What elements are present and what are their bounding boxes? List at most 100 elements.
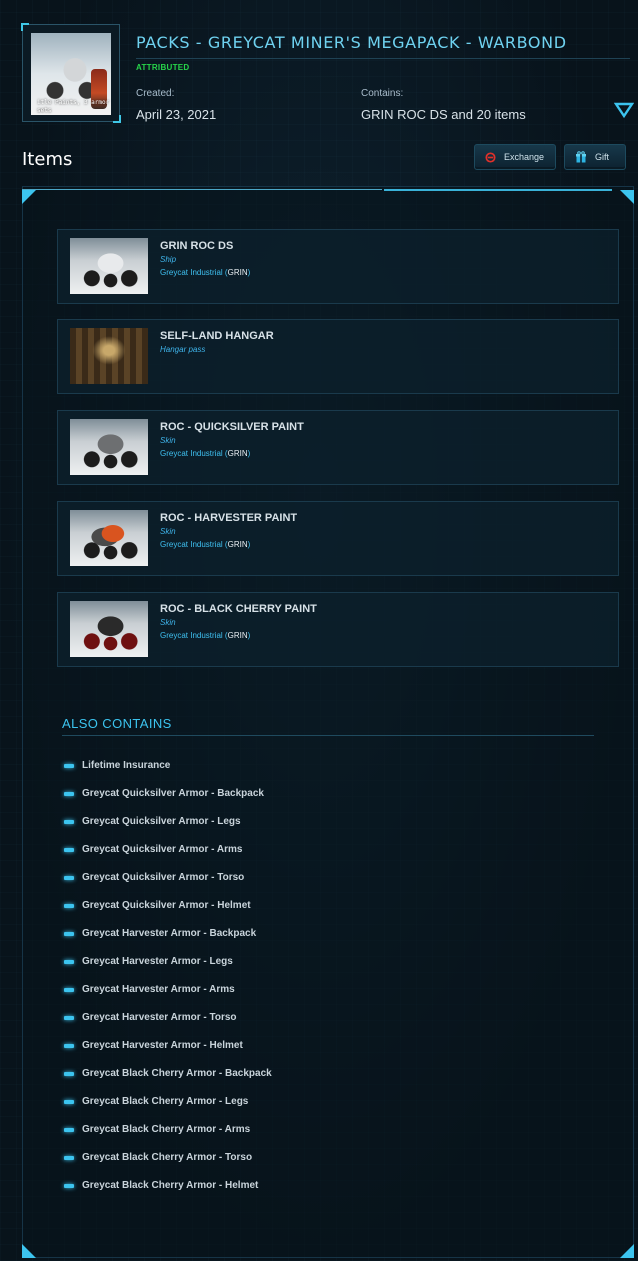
manufacturer-name: Greycat Industrial <box>160 631 223 640</box>
item-manufacturer: Greycat Industrial (GRIN) <box>160 540 251 549</box>
item-name: ROC - HARVESTER PAINT <box>160 512 298 524</box>
also-contains-label: Greycat Quicksilver Armor - Helmet <box>82 900 251 911</box>
bullet-dash-icon <box>64 1156 74 1160</box>
also-contains-item: Greycat Black Cherry Armor - Legs <box>64 1096 248 1108</box>
also-contains-label: Greycat Quicksilver Armor - Backpack <box>82 788 264 799</box>
also-contains-label: Lifetime Insurance <box>82 760 171 771</box>
created-value: April 23, 2021 <box>136 107 217 122</box>
bullet-dash-icon <box>64 960 74 964</box>
also-contains-label: Greycat Quicksilver Armor - Legs <box>82 816 241 827</box>
item-thumbnail <box>70 238 148 294</box>
also-contains-item: Greycat Quicksilver Armor - Arms <box>64 844 242 856</box>
bullet-dash-icon <box>64 1184 74 1188</box>
manufacturer-name: Greycat Industrial <box>160 268 223 277</box>
bullet-dash-icon <box>64 904 74 908</box>
also-contains-label: Greycat Black Cherry Armor - Torso <box>82 1152 253 1163</box>
panel-top-accent <box>384 189 612 191</box>
item-type: Skin <box>160 436 176 445</box>
bullet-dash-icon <box>64 1128 74 1132</box>
item-thumbnail <box>70 510 148 566</box>
pack-thumbnail-image: itle Paints, 3 armor sets <box>31 33 111 115</box>
bullet-dash-icon <box>64 1100 74 1104</box>
also-contains-item: Greycat Harvester Armor - Arms <box>64 984 235 996</box>
item-name: SELF-LAND HANGAR <box>160 330 274 342</box>
item-name: ROC - QUICKSILVER PAINT <box>160 421 304 433</box>
item-card-quicksilver-paint[interactable]: ROC - QUICKSILVER PAINT Skin Greycat Ind… <box>57 410 619 485</box>
gift-button[interactable]: Gift <box>564 144 626 170</box>
items-heading: Items <box>22 149 73 170</box>
item-card-black-cherry-paint[interactable]: ROC - BLACK CHERRY PAINT Skin Greycat In… <box>57 592 619 667</box>
also-contains-label: Greycat Quicksilver Armor - Torso <box>82 872 245 883</box>
item-manufacturer: Greycat Industrial (GRIN) <box>160 631 251 640</box>
corner-bottom-left-icon <box>22 1244 36 1258</box>
also-contains-label: Greycat Harvester Armor - Backpack <box>82 928 257 939</box>
status-badge: ATTRIBUTED <box>136 63 190 72</box>
bullet-dash-icon <box>64 1016 74 1020</box>
also-contains-item: Greycat Black Cherry Armor - Helmet <box>64 1180 258 1192</box>
also-contains-item: Greycat Black Cherry Armor - Torso <box>64 1152 252 1164</box>
item-thumbnail <box>70 328 148 384</box>
bullet-dash-icon <box>64 792 74 796</box>
also-contains-item: Lifetime Insurance <box>64 760 170 772</box>
manufacturer-code: GRIN <box>227 268 248 277</box>
contains-value: GRIN ROC DS and 20 items <box>361 107 526 122</box>
item-card-harvester-paint[interactable]: ROC - HARVESTER PAINT Skin Greycat Indus… <box>57 501 619 576</box>
also-contains-label: Greycat Black Cherry Armor - Helmet <box>82 1180 259 1191</box>
also-contains-divider <box>62 735 594 736</box>
also-contains-label: Greycat Black Cherry Armor - Arms <box>82 1124 251 1135</box>
also-contains-item: Greycat Quicksilver Armor - Legs <box>64 816 241 828</box>
also-contains-heading: ALSO CONTAINS <box>62 716 172 731</box>
created-label: Created: <box>136 88 175 99</box>
gift-icon <box>576 151 586 163</box>
also-contains-item: Greycat Black Cherry Armor - Arms <box>64 1124 250 1136</box>
contains-label: Contains: <box>361 88 404 99</box>
thumbnail-caption: itle Paints, 3 armor sets <box>37 99 110 114</box>
item-type: Ship <box>160 255 177 264</box>
manufacturer-code: GRIN <box>227 540 248 549</box>
manufacturer-name: Greycat Industrial <box>160 540 223 549</box>
item-type: Hangar pass <box>160 345 206 354</box>
also-contains-item: Greycat Quicksilver Armor - Torso <box>64 872 244 884</box>
item-thumbnail <box>70 601 148 657</box>
corner-top-left-icon <box>22 190 36 204</box>
also-contains-label: Greycat Harvester Armor - Torso <box>82 1012 237 1023</box>
bullet-dash-icon <box>64 932 74 936</box>
also-contains-label: Greycat Harvester Armor - Legs <box>82 956 233 967</box>
item-card-grin-roc-ds[interactable]: GRIN ROC DS Ship Greycat Industrial (GRI… <box>57 229 619 304</box>
also-contains-item: Greycat Harvester Armor - Torso <box>64 1012 237 1024</box>
exchange-icon <box>485 151 496 163</box>
also-contains-label: Greycat Harvester Armor - Helmet <box>82 1040 243 1051</box>
item-type: Skin <box>160 527 176 536</box>
bullet-dash-icon <box>64 1044 74 1048</box>
panel-top-border <box>22 189 382 190</box>
item-thumbnail <box>70 419 148 475</box>
exchange-label: Exchange <box>504 152 545 162</box>
gift-label: Gift <box>595 152 610 162</box>
also-contains-item: Greycat Quicksilver Armor - Helmet <box>64 900 251 912</box>
pack-header: itle Paints, 3 armor sets PACKS - GREYCA… <box>0 0 638 140</box>
bullet-dash-icon <box>64 764 74 768</box>
also-contains-item: Greycat Black Cherry Armor - Backpack <box>64 1068 272 1080</box>
item-card-self-land-hangar[interactable]: SELF-LAND HANGAR Hangar pass <box>57 319 619 394</box>
also-contains-item: Greycat Harvester Armor - Legs <box>64 956 233 968</box>
bullet-dash-icon <box>64 848 74 852</box>
bullet-dash-icon <box>64 876 74 880</box>
item-manufacturer: Greycat Industrial (GRIN) <box>160 268 251 277</box>
manufacturer-code: GRIN <box>227 449 248 458</box>
item-name: ROC - BLACK CHERRY PAINT <box>160 603 317 615</box>
also-contains-item: Greycat Quicksilver Armor - Backpack <box>64 788 264 800</box>
exchange-button[interactable]: Exchange <box>474 144 556 170</box>
item-type: Skin <box>160 618 176 627</box>
also-contains-label: Greycat Quicksilver Armor - Arms <box>82 844 243 855</box>
chevron-down-icon[interactable] <box>614 100 634 120</box>
bullet-dash-icon <box>64 820 74 824</box>
corner-bottom-right-icon <box>620 1244 634 1258</box>
corner-top-right-icon <box>620 190 634 204</box>
also-contains-item: Greycat Harvester Armor - Helmet <box>64 1040 243 1052</box>
bullet-dash-icon <box>64 1072 74 1076</box>
manufacturer-name: Greycat Industrial <box>160 449 223 458</box>
also-contains-label: Greycat Black Cherry Armor - Legs <box>82 1096 249 1107</box>
pack-title: PACKS - GREYCAT MINER'S MEGAPACK - WARBO… <box>136 33 567 52</box>
item-manufacturer: Greycat Industrial (GRIN) <box>160 449 251 458</box>
also-contains-label: Greycat Harvester Armor - Arms <box>82 984 235 995</box>
